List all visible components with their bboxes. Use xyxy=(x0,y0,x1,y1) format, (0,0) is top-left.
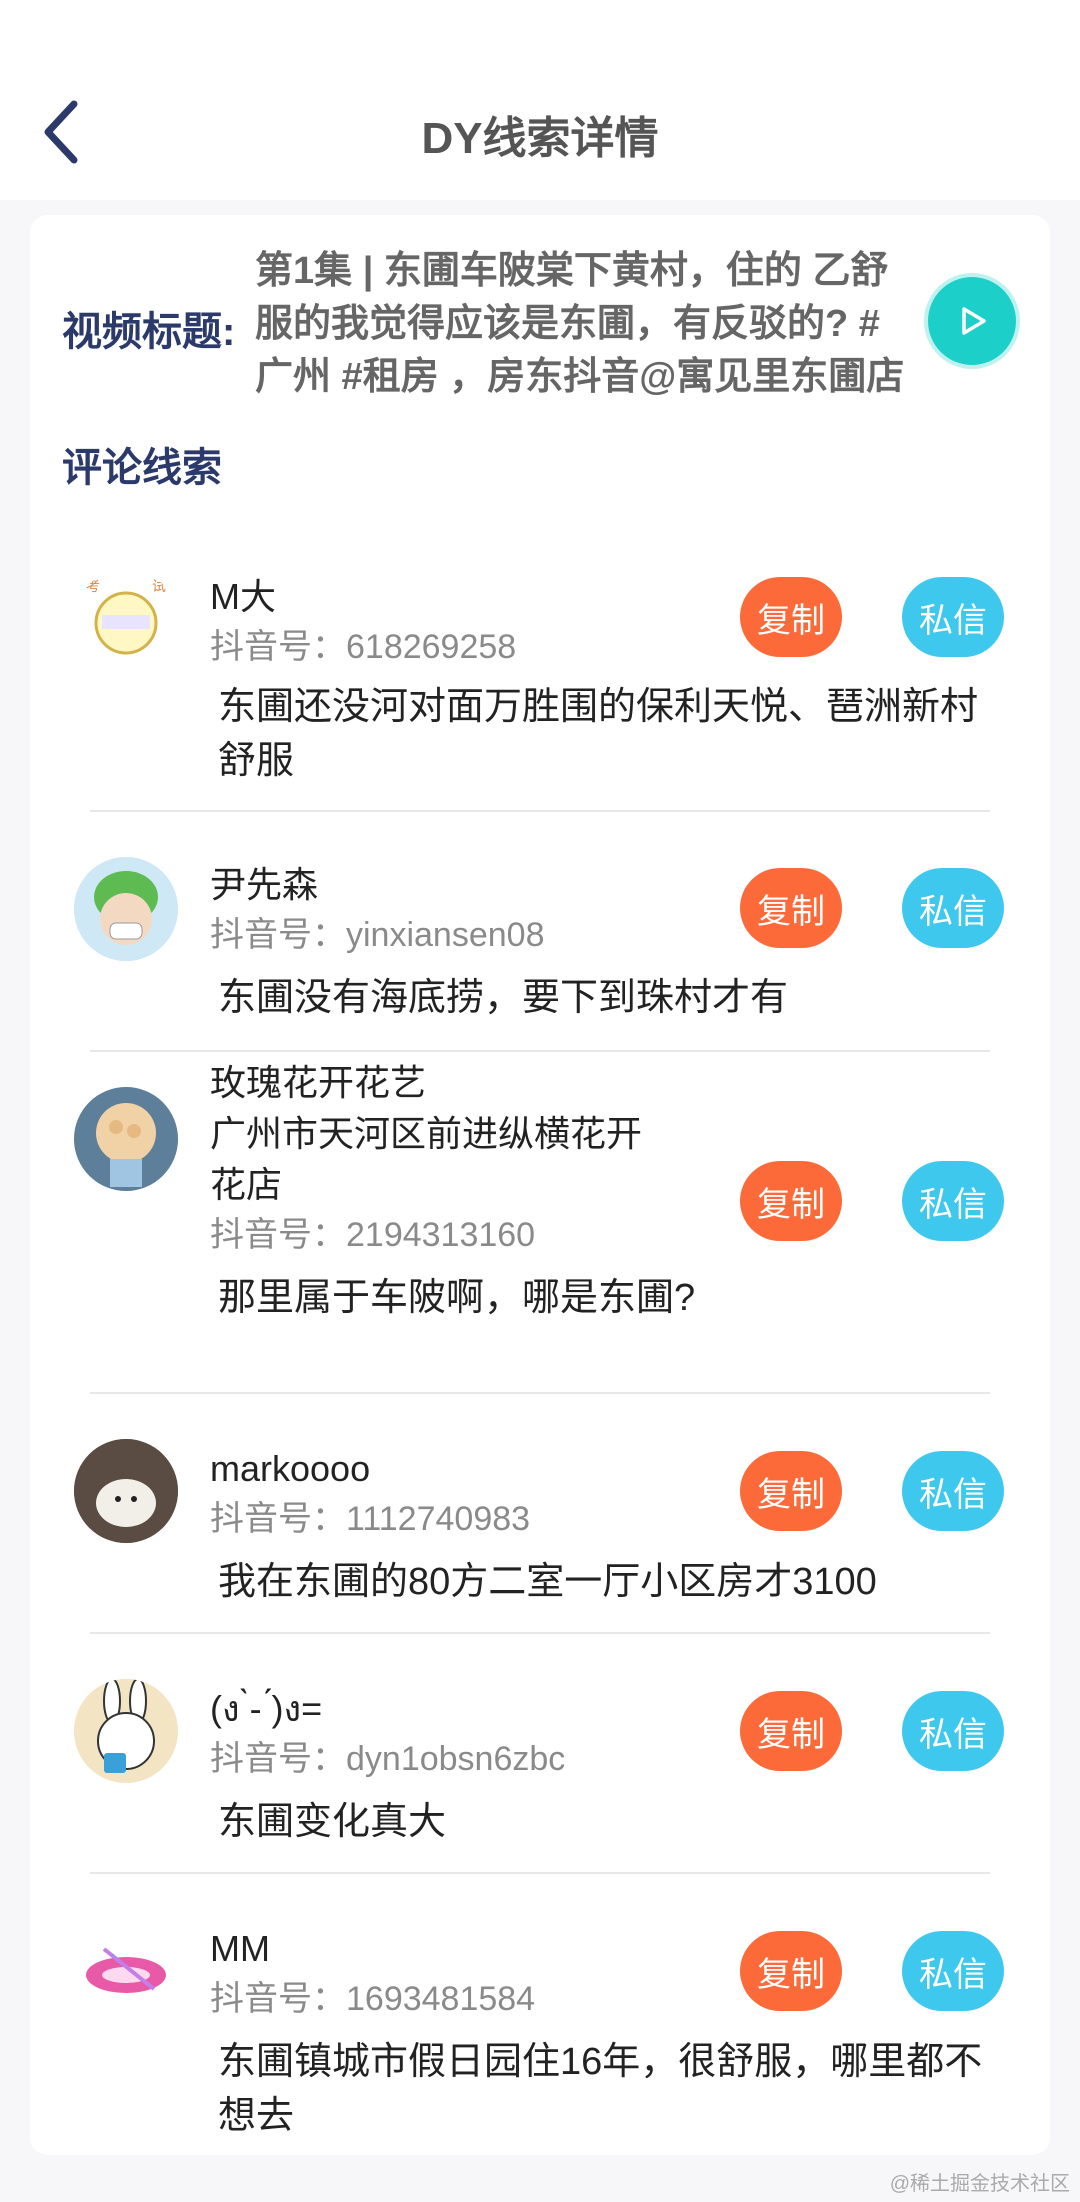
comment-text: 东圃变化真大 xyxy=(218,1801,447,1843)
comment-text: 东圃镇城市假日园住16年，很舒服，哪里都不 想去 xyxy=(218,2041,983,2137)
avatar xyxy=(74,857,178,961)
comment-item: MM 抖音号：1693481584 复制 私信 东圃镇城市假日园住16年，很舒服… xyxy=(30,1875,1050,2155)
message-button[interactable]: 私信 xyxy=(902,1161,1004,1241)
comment-item: 玫瑰花开花艺 广州市天河区前进纵横花开 花店 抖音号：2194313160 复制… xyxy=(30,1053,1050,1393)
commenter-name: markoooo xyxy=(210,1448,371,1489)
douyin-id: 抖音号：yinxiansen08 xyxy=(210,916,545,954)
avatar xyxy=(74,1679,178,1783)
douyin-id: 抖音号：2194313160 xyxy=(210,1216,536,1254)
douyin-id: 抖音号：618269258 xyxy=(210,628,517,666)
commenter-name: (ง ̀- ́)ง= xyxy=(210,1688,323,1729)
copy-button[interactable]: 复制 xyxy=(740,1691,842,1771)
video-title-line: 服的我觉得应该是东圃，有反驳的? # xyxy=(255,303,880,345)
avatar: 考 试 xyxy=(74,569,178,673)
comment-text: 东圃没有海底捞，要下到珠村才有 xyxy=(218,977,789,1019)
play-icon xyxy=(962,307,986,335)
lead-detail-card: 视频标题: 第1集 | 东圃车陂棠下黄村，住的 乙舒 服的我觉得应该是东圃，有反… xyxy=(30,215,1050,2155)
svg-text:考: 考 xyxy=(86,578,100,594)
avatar xyxy=(74,1919,178,2023)
comment-item: 考 试 M大 抖音号：618269258 复制 私信 东圃还没河对面万胜围的保利… xyxy=(30,535,1050,805)
copy-button[interactable]: 复制 xyxy=(740,868,842,948)
comment-text: 我在东圃的80方二室一厅小区房才3100 xyxy=(218,1561,877,1603)
video-title-line: 广州 #租房 ，房东抖音@寓见里东圃店 xyxy=(255,356,905,398)
douyin-id: 抖音号：1693481584 xyxy=(210,1980,536,2018)
divider xyxy=(90,810,990,812)
commenter-name: 尹先森 xyxy=(210,864,319,905)
comment-text: 东圃还没河对面万胜围的保利天悦、琶洲新村 舒服 xyxy=(218,686,979,782)
divider xyxy=(90,1872,990,1874)
message-button[interactable]: 私信 xyxy=(902,577,1004,657)
video-title-row: 视频标题: 第1集 | 东圃车陂棠下黄村，住的 乙舒 服的我觉得应该是东圃，有反… xyxy=(30,215,1050,415)
copy-button[interactable]: 复制 xyxy=(740,1931,842,2011)
message-button[interactable]: 私信 xyxy=(902,1691,1004,1771)
commenter-name: M大 xyxy=(210,576,276,617)
message-button[interactable]: 私信 xyxy=(902,1451,1004,1531)
avatar xyxy=(74,1087,178,1191)
play-video-button[interactable] xyxy=(928,277,1016,365)
page-title: DY线索详情 xyxy=(421,114,659,163)
video-title-text: 第1集 | 东圃车陂棠下黄村，住的 乙舒 服的我觉得应该是东圃，有反驳的? # … xyxy=(255,245,945,404)
divider xyxy=(90,1392,990,1394)
comment-item: 尹先森 抖音号：yinxiansen08 复制 私信 东圃没有海底捞，要下到珠村… xyxy=(30,813,1050,1053)
divider xyxy=(90,1050,990,1052)
message-button[interactable]: 私信 xyxy=(902,1931,1004,2011)
message-button[interactable]: 私信 xyxy=(902,868,1004,948)
commenter-name: MM xyxy=(210,1928,270,1969)
douyin-id: 抖音号：dyn1obsn6zbc xyxy=(210,1740,566,1778)
copy-button[interactable]: 复制 xyxy=(740,577,842,657)
video-title-line: 第1集 | 东圃车陂棠下黄村，住的 乙舒 xyxy=(255,250,889,292)
svg-text:试: 试 xyxy=(152,578,166,594)
watermark: @稀土掘金技术社区 xyxy=(889,2173,1070,2195)
copy-button[interactable]: 复制 xyxy=(740,1161,842,1241)
avatar xyxy=(74,1439,178,1543)
section-title: 评论线索 xyxy=(62,446,222,490)
app-header: DY线索详情 xyxy=(0,0,1080,200)
commenter-name: 玫瑰花开花艺 广州市天河区前进纵横花开 花店 xyxy=(210,1062,643,1205)
video-title-label: 视频标题: xyxy=(62,310,236,354)
douyin-id: 抖音号：1112740983 xyxy=(210,1500,531,1538)
copy-button[interactable]: 复制 xyxy=(740,1451,842,1531)
comment-item: markoooo 抖音号：1112740983 复制 私信 我在东圃的80方二室… xyxy=(30,1395,1050,1635)
comment-text: 那里属于车陂啊，哪是东圃? xyxy=(218,1277,696,1319)
comment-item: (ง ̀- ́)ง= 抖音号：dyn1obsn6zbc 复制 私信 东圃变化真大 xyxy=(30,1635,1050,1875)
divider xyxy=(90,1632,990,1634)
